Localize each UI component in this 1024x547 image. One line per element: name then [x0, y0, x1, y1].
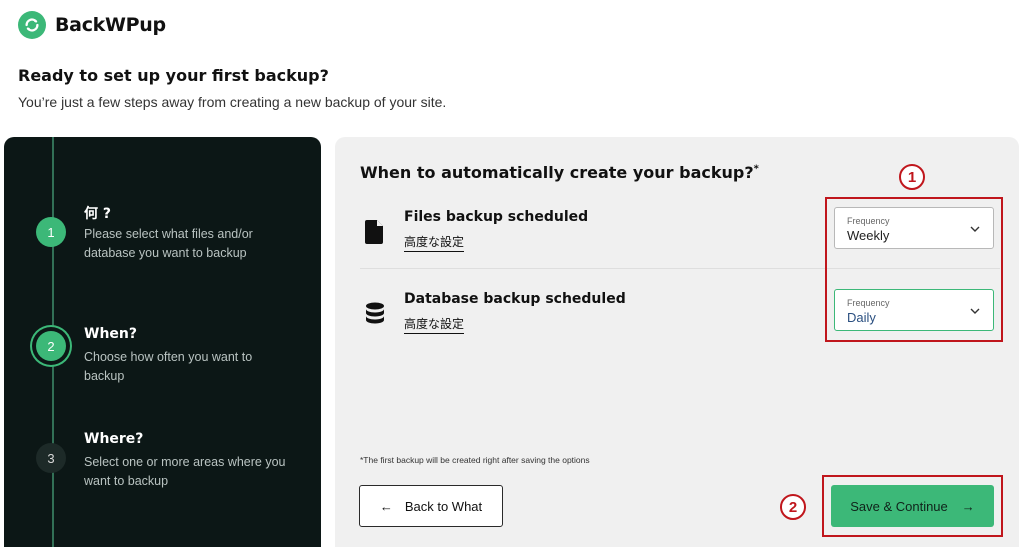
files-advanced-settings-link[interactable]: 高度な設定 — [404, 233, 465, 252]
step-number-2: 2 — [36, 331, 66, 361]
step-number-3: 3 — [36, 443, 66, 473]
panel-heading: When to automatically create your backup… — [360, 163, 759, 182]
step-description: Choose how often you want to backup — [84, 350, 253, 383]
backwpup-logo-icon — [18, 11, 46, 39]
annotation-box-save — [822, 475, 1003, 537]
back-to-what-button[interactable]: ← Back to What — [359, 485, 503, 527]
page-title: Ready to set up your first backup? — [18, 66, 329, 85]
files-backup-title: Files backup scheduled — [404, 209, 589, 225]
annotation-box-frequency — [825, 197, 1003, 342]
step-title: When? — [84, 326, 137, 342]
brand-name: BackWPup — [55, 14, 166, 36]
back-button-label: Back to What — [404, 498, 483, 514]
file-icon — [365, 220, 383, 244]
database-icon — [366, 302, 384, 324]
page-subtitle: You’re just a few steps away from creati… — [18, 94, 447, 110]
step-title: Where? — [84, 431, 144, 447]
panel-heading-mark: * — [753, 163, 759, 175]
panel-heading-text: When to automatically create your backup… — [360, 163, 754, 182]
annotation-marker-2: 2 — [780, 494, 806, 520]
database-advanced-settings-link[interactable]: 高度な設定 — [404, 315, 465, 334]
annotation-marker-1: 1 — [899, 164, 925, 190]
database-backup-title: Database backup scheduled — [404, 291, 626, 307]
step-description: Select one or more areas where you want … — [84, 455, 286, 488]
brand: BackWPup — [18, 10, 166, 40]
step-description: Please select what files and/or database… — [84, 227, 253, 260]
arrow-left-icon: ← — [379, 498, 393, 514]
step-title: 何 ? — [84, 206, 111, 222]
setup-stepper: 1 何 ? Please select what files and/or da… — [4, 137, 321, 547]
step-number-1: 1 — [36, 217, 66, 247]
first-backup-note: *The first backup will be created right … — [360, 455, 590, 465]
